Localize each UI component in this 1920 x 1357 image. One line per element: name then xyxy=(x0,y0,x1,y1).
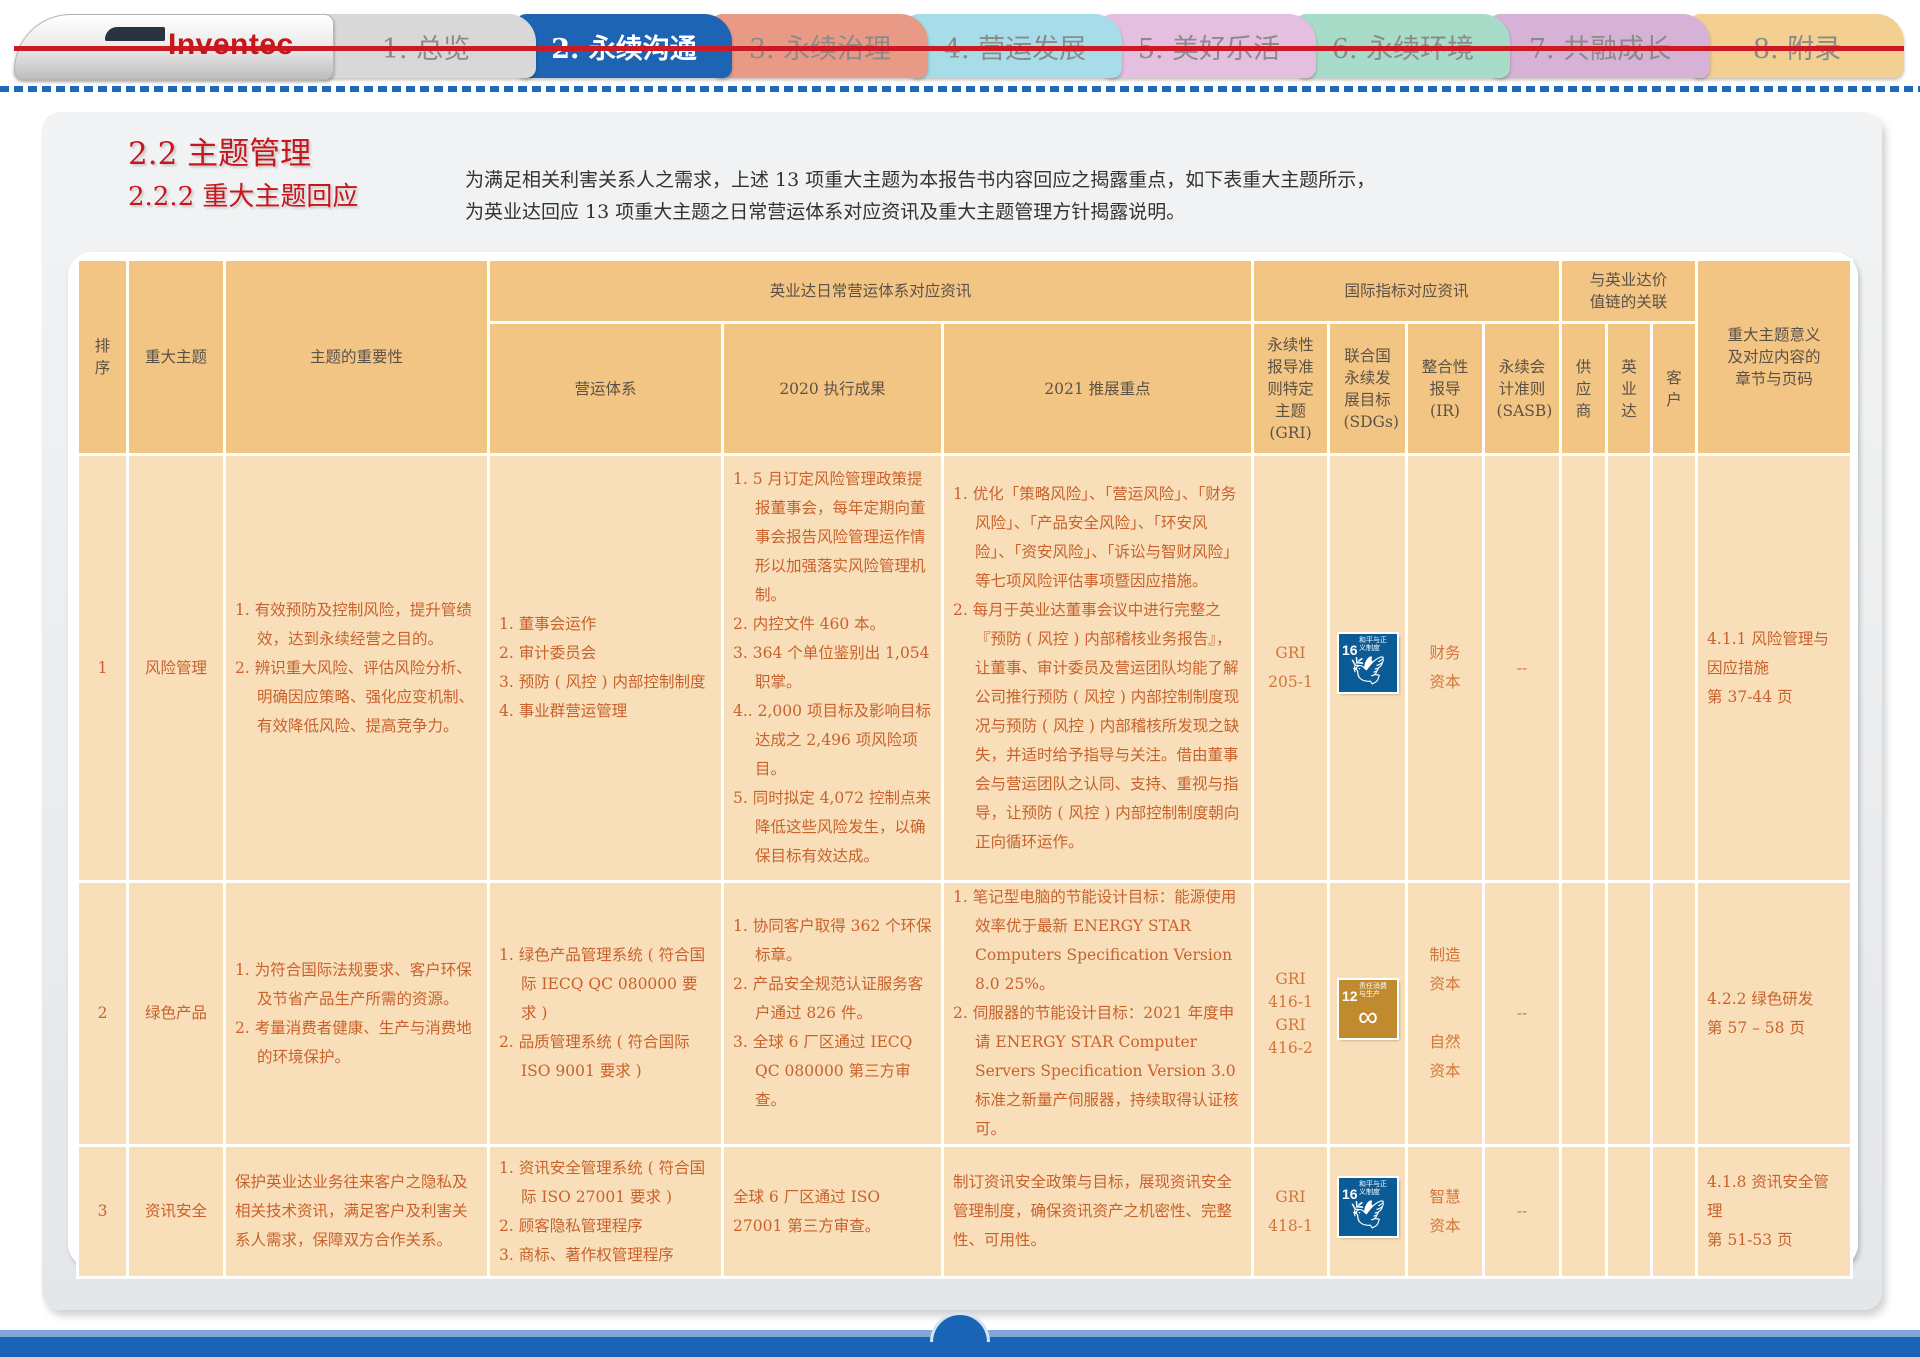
cell-sdg: 16 和平与正义制度 🕊 xyxy=(1327,453,1408,883)
cell-chapter: 4.2.2 绿色研发第 57 – 58 页 xyxy=(1695,880,1854,1147)
header-chain-group: 与英业达价值链的关联 xyxy=(1559,258,1699,324)
header-ops-system: 营运体系 xyxy=(487,321,724,456)
cell-inventec xyxy=(1605,453,1654,883)
cell-topic: 绿色产品 xyxy=(126,880,226,1147)
cell-gri: GRI 418-1 xyxy=(1251,1144,1330,1279)
cell-supplier xyxy=(1559,453,1609,883)
table-row: 3 资讯安全 保护英业达业务往来客户之隐私及相关技术资讯，满足客户及利害关系人需… xyxy=(76,1144,1854,1279)
cell-ir: 制造 资本 自然 资本 xyxy=(1405,880,1485,1147)
cell-importance: 1. 有效预防及控制风险，提升管绩效，达到永续经营之目的。 2. 辨识重大风险、评… xyxy=(223,453,490,883)
cell-inventec xyxy=(1605,1144,1654,1279)
dove-icon: 🕊 xyxy=(1350,1198,1386,1230)
header-supplier: 供应商 xyxy=(1559,321,1609,456)
header-importance: 主题的重要性 xyxy=(223,258,490,456)
section-subtitle: 2.2.2 重大主题回应 xyxy=(128,182,359,212)
intro-line-1: 为满足相关利害关系人之需求，上述 13 项重大主题为本报告书内容回应之揭露重点，… xyxy=(465,169,1376,191)
cell-gri: GRI 416-1 GRI 416-2 xyxy=(1251,880,1330,1147)
infinity-icon: ∞ xyxy=(1358,1000,1378,1032)
cell-2021-focus: 1. 笔记型电脑的节能设计目标：能源使用效率优于最新 ENERGY STAR C… xyxy=(941,880,1254,1147)
header-ir: 整合性报导(IR) xyxy=(1405,321,1485,456)
header-rank: 排序 xyxy=(76,258,129,456)
red-stripe-decoration xyxy=(14,46,1904,51)
header-customer: 客户 xyxy=(1650,321,1699,456)
train-window-decoration xyxy=(105,27,165,41)
cell-inventec xyxy=(1605,880,1654,1147)
cell-chapter: 4.1.8 资讯安全管理第 51-53 页 xyxy=(1695,1144,1854,1279)
inventec-logo: Inventec xyxy=(168,28,294,61)
cell-2020-result: 全球 6 厂区通过 ISO 27001 第三方审查。 xyxy=(721,1144,944,1279)
cell-rank: 1 xyxy=(76,453,129,883)
footer-page-tab[interactable] xyxy=(930,1312,990,1342)
header-chapter: 重大主题意义及对应内容的章节与页码 xyxy=(1695,258,1854,456)
cell-rank: 2 xyxy=(76,880,129,1147)
table-row: 1 风险管理 1. 有效预防及控制风险，提升管绩效，达到永续经营之目的。 2. 辨… xyxy=(76,453,1854,883)
cell-2021-focus: 制订资讯安全政策与目标，展现资讯安全管理制度，确保资讯资产之机密性、完整性、可用… xyxy=(941,1144,1254,1279)
cell-sasb: -- xyxy=(1481,1144,1563,1279)
cell-sdg: 12 责任消费与生产 ∞ xyxy=(1327,880,1408,1147)
material-topics-table: 排序 重大主题 主题的重要性 英业达日常营运体系对应资讯 国际指标对应资讯 与英… xyxy=(76,258,1854,1279)
header-sasb: 永续会计准则(SASB) xyxy=(1481,321,1563,456)
cell-ops-system: 1. 董事会运作 2. 审计委员会 3. 预防 ( 风控 ) 内部控制制度 4. 事… xyxy=(487,453,724,883)
cell-importance: 1. 为符合国际法规要求、客户环保及节省产品生产所需的资源。 2. 考量消费者健康… xyxy=(223,880,490,1147)
cell-topic: 资讯安全 xyxy=(126,1144,226,1279)
cell-2020-result: 1. 5 月订定风险管理政策提报董事会，每年定期向董事会报告风险管理运作情形以加… xyxy=(721,453,944,883)
sdg-16-badge: 16 和平与正义制度 🕊 xyxy=(1337,1175,1399,1238)
cell-rank: 3 xyxy=(76,1144,129,1279)
sdg-12-badge: 12 责任消费与生产 ∞ xyxy=(1337,977,1399,1040)
top-navigation: 8. 附录 7. 共融成长 6. 永续环境 5. 美好乐活 4. 营运发展 3.… xyxy=(0,0,1920,92)
cell-gri: GRI 205-1 xyxy=(1251,453,1330,883)
cell-importance: 保护英业达业务往来客户之隐私及相关技术资讯，满足客户及利害关系人需求，保障双方合… xyxy=(223,1144,490,1279)
cell-customer xyxy=(1650,453,1699,883)
cell-topic: 风险管理 xyxy=(126,453,226,883)
header-2020-result: 2020 执行成果 xyxy=(721,321,944,456)
sdg-16-badge: 16 和平与正义制度 🕊 xyxy=(1337,632,1399,694)
cell-sasb: -- xyxy=(1481,880,1563,1147)
header-inventec: 英业达 xyxy=(1605,321,1654,456)
cell-supplier xyxy=(1559,880,1609,1147)
dashed-divider xyxy=(0,86,1920,92)
intro-line-2: 为英业达回应 13 项重大主题之日常营运体系对应资讯及重大主题管理方针揭露说明。 xyxy=(465,201,1186,223)
cell-2021-focus: 1. 优化「策略风险」、「营运风险」、「财务风险」、「产品安全风险」、「环安风险… xyxy=(941,453,1254,883)
cell-sdg: 16 和平与正义制度 🕊 xyxy=(1327,1144,1408,1279)
dove-icon: 🕊 xyxy=(1350,655,1386,686)
header-ops-group: 英业达日常营运体系对应资讯 xyxy=(487,258,1254,324)
header-intl-group: 国际指标对应资讯 xyxy=(1250,258,1563,324)
header-sdgs: 联合国永续发展目标(SDGs) xyxy=(1327,321,1408,456)
section-title: 2.2 主题管理 xyxy=(128,136,312,172)
header-2021-focus: 2021 推展重点 xyxy=(941,321,1254,456)
cell-ops-system: 1. 资讯安全管理系统 ( 符合国际 ISO 27001 要求 ) 2. 顾客隐私… xyxy=(487,1144,724,1279)
header-gri: 永续性报导准则特定主题(GRI) xyxy=(1251,321,1330,456)
cell-sasb: -- xyxy=(1481,453,1563,883)
cell-customer xyxy=(1650,880,1699,1147)
header-topic: 重大主题 xyxy=(126,258,226,456)
cell-customer xyxy=(1650,1144,1699,1279)
cell-supplier xyxy=(1559,1144,1609,1279)
cell-ops-system: 1. 绿色产品管理系统 ( 符合国际 IECQ QC 080000 要求 ) 2.… xyxy=(487,880,724,1147)
table-row: 2 绿色产品 1. 为符合国际法规要求、客户环保及节省产品生产所需的资源。 2. … xyxy=(76,880,1854,1147)
cell-ir: 智慧 资本 xyxy=(1405,1144,1485,1279)
cell-2020-result: 1. 协同客户取得 362 个环保标章。 2. 产品安全规范认证服务客户通过 82… xyxy=(721,880,944,1147)
cell-chapter: 4.1.1 风险管理与因应措施第 37-44 页 xyxy=(1695,453,1854,883)
cell-ir: 财务 资本 xyxy=(1405,453,1485,883)
intro-paragraph: 为满足相关利害关系人之需求，上述 13 项重大主题为本报告书内容回应之揭露重点，… xyxy=(465,164,1375,228)
